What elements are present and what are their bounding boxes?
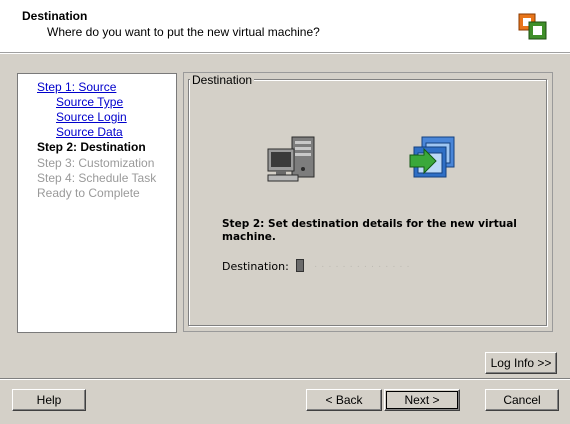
virtual-machine-import-icon (409, 136, 455, 178)
back-button[interactable]: < Back (306, 389, 382, 411)
step-ready-to-complete: Ready to Complete (37, 186, 140, 200)
group-label: Destination (190, 73, 255, 87)
step-source-type-link[interactable]: Source Type (56, 95, 123, 109)
step-source-data-link[interactable]: Source Data (56, 125, 123, 139)
step-schedule-task: Step 4: Schedule Task (37, 171, 157, 185)
step-destination-current: Step 2: Destination (37, 140, 146, 154)
destination-value: · · · · · · · · · · · · · · (314, 261, 411, 272)
destination-label: Destination: (222, 260, 289, 273)
step-source-login-link[interactable]: Source Login (56, 110, 127, 124)
help-button[interactable]: Help (12, 389, 86, 411)
server-computer-icon (267, 136, 315, 182)
next-button[interactable]: Next > (384, 389, 460, 411)
footer-separator-highlight (0, 379, 570, 380)
step-description: Step 2: Set destination details for the … (222, 218, 517, 243)
header-title: Destination (22, 9, 88, 23)
host-icon (296, 259, 304, 272)
destination-group (188, 79, 547, 326)
steps-panel: Step 1: Source Source Type Source Login … (17, 73, 177, 333)
header-subtitle: Where do you want to put the new virtual… (47, 25, 320, 39)
header-separator (0, 53, 570, 54)
wizard-logo-icon (518, 13, 547, 40)
step-source-link[interactable]: Step 1: Source (37, 80, 116, 94)
log-info-button[interactable]: Log Info >> (485, 352, 557, 374)
step-customization: Step 3: Customization (37, 156, 155, 170)
content-panel: Destination Step 2: Set destination deta… (183, 72, 553, 332)
cancel-button[interactable]: Cancel (485, 389, 559, 411)
wizard-header: Destination Where do you want to put the… (0, 0, 570, 53)
